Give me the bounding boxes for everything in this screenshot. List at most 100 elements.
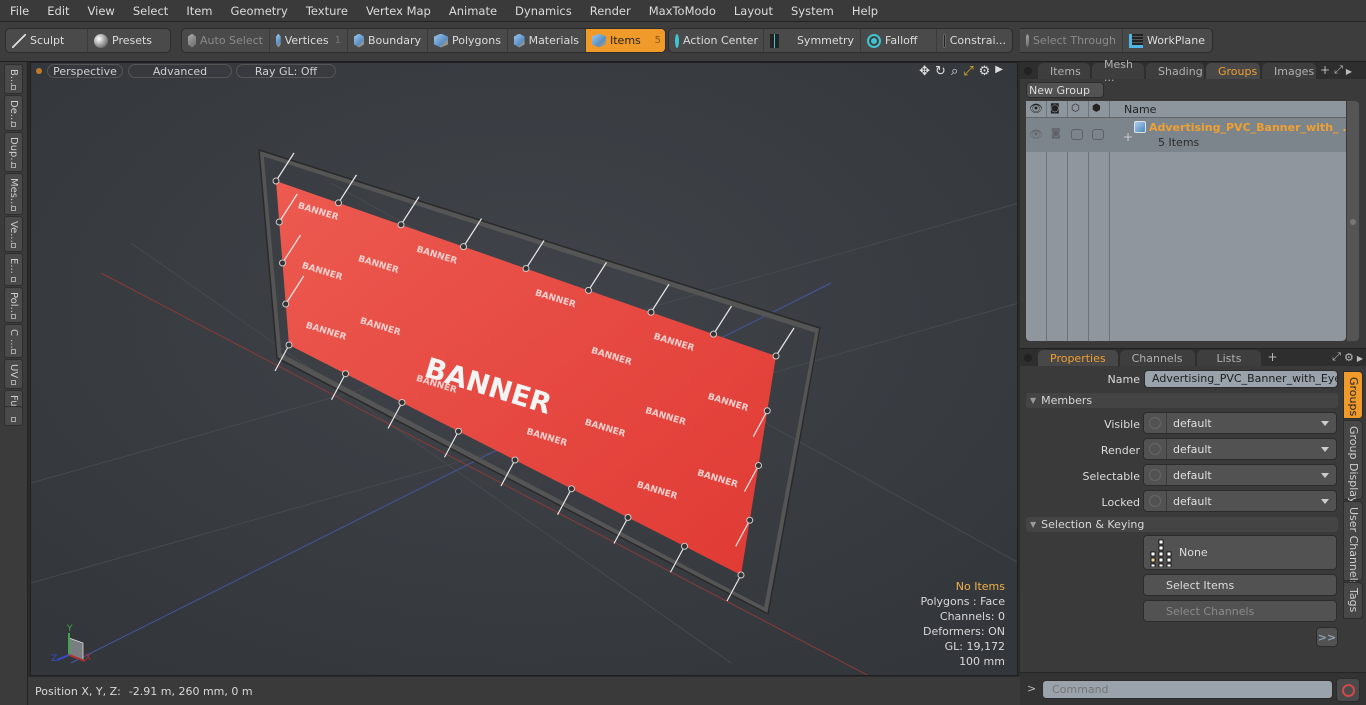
menu-view[interactable]: View [78,4,123,18]
vertices-button[interactable]: Vertices 1 [270,29,348,52]
tab-shading[interactable]: Shading [1146,63,1204,79]
menu-layout[interactable]: Layout [724,4,781,18]
panel-dot-icon[interactable] [1024,67,1032,75]
settings-gear-icon[interactable]: ⚙ [1344,351,1354,364]
presets-button[interactable]: Presets [88,29,170,52]
row-lock-toggle[interactable] [1092,129,1104,140]
left-tab-extra[interactable] [4,406,23,426]
panel-menu-arrow-icon[interactable]: ▶ [1357,354,1363,363]
perspective-dropdown[interactable]: Perspective [47,64,123,78]
menu-system[interactable]: System [781,4,842,18]
menu-item[interactable]: Item [176,4,220,18]
locked-dropdown[interactable]: default [1143,490,1337,512]
raygl-toggle[interactable]: Ray GL: Off [236,64,336,78]
panel-dot-icon[interactable] [1024,354,1032,362]
menu-maxtomodo[interactable]: MaxToModo [639,4,724,18]
row-camera-icon[interactable]: ◙ [1051,128,1061,139]
left-tab-vertex[interactable]: Ve... [4,216,23,252]
materials-button[interactable]: Materials [508,29,586,52]
side-tab-user-channels[interactable]: User Channels [1343,501,1363,586]
name-field[interactable]: Advertising_PVC_Banner_with_Eyelet [1144,370,1338,388]
shading-dropdown[interactable]: Advanced [128,64,232,78]
select-channels-button[interactable]: Select Channels [1143,600,1337,622]
left-tab-mesh-edit[interactable]: Mes... [4,173,23,215]
constraints-button[interactable]: Constrai... [937,29,1012,52]
select-items-button[interactable]: Select Items [1143,574,1337,596]
menu-help[interactable]: Help [842,4,886,18]
viewport-dot-icon[interactable] [36,68,42,74]
more-button[interactable]: >> [1316,627,1338,647]
boundary-button[interactable]: Boundary [348,29,428,52]
select-through-button[interactable]: Select Through [1020,29,1123,52]
symmetry-button[interactable]: Symmetry [764,29,861,52]
tab-mesh[interactable]: Mesh ... [1092,58,1144,84]
visible-dropdown[interactable]: default [1143,412,1337,434]
rotate-view-icon[interactable]: ↻ [935,64,946,79]
expand-plus-icon[interactable]: + [1123,130,1133,144]
settings-gear-icon[interactable]: ⚙ [979,64,991,79]
tab-properties[interactable]: Properties [1038,350,1118,366]
render-camera-icon[interactable]: ◙ [1050,103,1060,114]
menu-vertex-map[interactable]: Vertex Map [356,4,439,18]
tab-items[interactable]: Items [1038,63,1090,79]
fit-view-icon[interactable]: ⤢ [963,64,973,79]
new-group-button[interactable]: New Group [1026,82,1104,98]
row-eye-icon[interactable]: 👁 [1029,128,1043,141]
selection-keying-section[interactable]: ▼ Selection & Keying [1026,517,1338,532]
polygons-button[interactable]: Polygons [428,29,508,52]
record-button[interactable] [1336,678,1360,702]
menu-file[interactable]: File [0,4,37,18]
expand-arrow-icon[interactable]: ▶ [995,64,1003,79]
left-tab-duplicate[interactable]: Dup... [4,132,23,172]
items-button[interactable]: Items 5 [586,29,665,52]
side-tab-group-display[interactable]: Group Display [1343,420,1363,504]
lock-cube-icon[interactable]: ⬢ [1092,103,1101,114]
visibility-eye-icon[interactable]: 👁 [1029,102,1043,115]
scroll-handle[interactable] [1350,219,1356,225]
3d-viewport[interactable]: BANNER BANNER BANNER BANNER BANNER BANNER BAN… [30,62,1018,676]
groups-list[interactable]: 👁 ◙ + Advertising_PVC_Banner_with_ ... 5… [1026,118,1355,341]
left-tab-uv[interactable]: UV [4,359,23,389]
render-dropdown[interactable]: default [1143,438,1337,460]
add-tab-icon[interactable]: + [1320,63,1330,77]
menu-geometry[interactable]: Geometry [221,4,296,18]
menu-edit[interactable]: Edit [37,4,77,18]
menu-dynamics[interactable]: Dynamics [505,4,580,18]
left-tab-deform[interactable]: De... [4,95,23,131]
menu-select[interactable]: Select [123,4,176,18]
selectable-dropdown[interactable]: default [1143,464,1337,486]
tab-images[interactable]: Images [1262,63,1316,79]
maximize-icon[interactable]: ⤢ [1332,350,1341,364]
left-tab-edge[interactable]: E... [4,253,23,286]
side-tab-tags[interactable]: Tags [1343,582,1363,619]
falloff-button[interactable]: Falloff [861,29,937,52]
tab-groups[interactable]: Groups [1206,63,1260,79]
menu-animate[interactable]: Animate [439,4,505,18]
zoom-view-icon[interactable]: ⌕ [951,64,958,79]
side-tab-groups[interactable]: Groups [1343,371,1363,419]
left-tab-basic[interactable]: B... [4,64,23,94]
selectable-cube-icon[interactable]: ⬡ [1071,103,1080,114]
move-view-icon[interactable]: ✥ [919,64,930,79]
panel-menu-arrow-icon[interactable]: ▶ [1346,67,1352,76]
maximize-icon[interactable]: ⤢ [1334,63,1343,77]
workplane-button[interactable]: WorkPlane [1123,29,1211,52]
groups-scrollbar[interactable] [1347,101,1359,341]
command-input[interactable] [1042,680,1333,699]
none-button[interactable]: None [1143,535,1337,570]
group-row[interactable]: 👁 ◙ + Advertising_PVC_Banner_with_ ... 5… [1026,118,1355,152]
members-section[interactable]: ▼ Members [1026,393,1338,408]
name-column-header[interactable]: Name [1124,103,1156,116]
sculpt-button[interactable]: Sculpt [6,29,88,52]
auto-select-button[interactable]: Auto Select [182,29,270,52]
action-center-button[interactable]: Action Center [669,29,764,52]
row-select-toggle[interactable] [1071,129,1083,140]
left-tab-curve[interactable]: C ... [4,324,23,358]
tab-channels[interactable]: Channels [1119,350,1195,366]
add-tab-icon[interactable]: + [1267,350,1277,364]
group-name[interactable]: Advertising_PVC_Banner_with_ ... [1149,121,1355,134]
tab-lists[interactable]: Lists [1196,350,1262,366]
left-tab-polygon[interactable]: Pol... [4,287,23,323]
menu-texture[interactable]: Texture [296,4,356,18]
menu-render[interactable]: Render [580,4,639,18]
